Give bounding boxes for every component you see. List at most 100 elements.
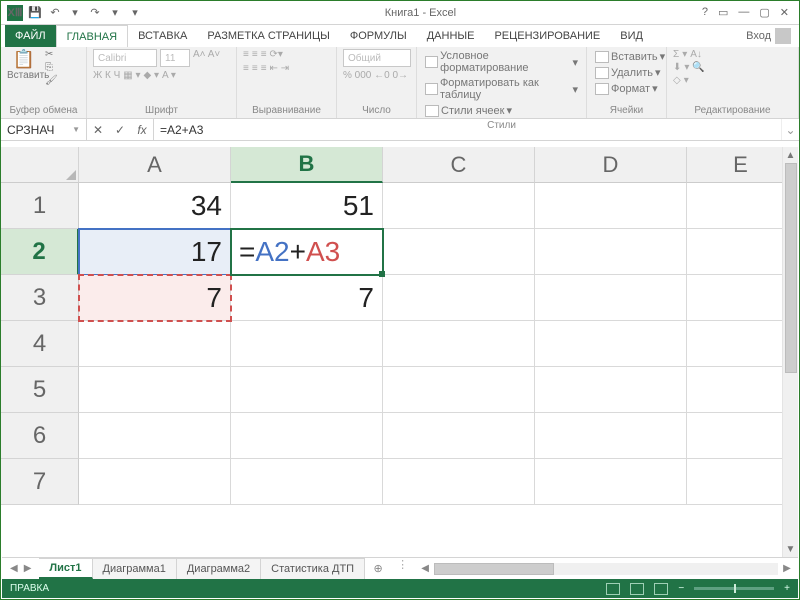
cell-b4[interactable] [231, 321, 383, 367]
cell-b2[interactable]: =A2+A3 [231, 229, 383, 275]
scroll-left-icon[interactable]: ◀ [418, 563, 432, 574]
scroll-right-icon[interactable]: ▶ [780, 563, 794, 574]
borders-button[interactable]: ▦ ▾ [123, 70, 140, 81]
cell-d2[interactable] [535, 229, 687, 275]
formula-bar-expand-icon[interactable]: ⌄ [781, 119, 799, 140]
cell-a5[interactable] [79, 367, 231, 413]
col-header-c[interactable]: C [383, 147, 535, 183]
font-name-selector[interactable]: Calibri [93, 49, 157, 67]
align-left-icon[interactable]: ≡ [243, 63, 249, 74]
tab-data[interactable]: ДАННЫЕ [417, 25, 485, 47]
bold-button[interactable]: Ж К Ч [93, 70, 120, 81]
tab-page-layout[interactable]: РАЗМЕТКА СТРАНИЦЫ [197, 25, 339, 47]
tab-view[interactable]: ВИД [610, 25, 653, 47]
scroll-up-icon[interactable]: ▲ [783, 147, 798, 163]
format-cells-button[interactable]: Формат▾ [593, 81, 660, 96]
fill-color-button[interactable]: ◆ ▾ [144, 70, 160, 81]
sheet-tab-2[interactable]: Диаграмма1 [93, 558, 177, 579]
view-normal-icon[interactable] [606, 583, 620, 595]
select-all-button[interactable] [1, 147, 79, 183]
align-top-icon[interactable]: ≡ [243, 49, 249, 60]
sheet-nav-next-icon[interactable]: ▶ [24, 563, 32, 574]
cell-b5[interactable] [231, 367, 383, 413]
cell-c2[interactable] [383, 229, 535, 275]
font-color-button[interactable]: A ▾ [162, 70, 176, 81]
cell-a6[interactable] [79, 413, 231, 459]
col-header-d[interactable]: D [535, 147, 687, 183]
qat-undo-icon[interactable]: ↶ [47, 5, 63, 21]
format-as-table-button[interactable]: Форматировать как таблицу▾ [423, 76, 580, 102]
tab-formulas[interactable]: ФОРМУЛЫ [340, 25, 417, 47]
cell-c1[interactable] [383, 183, 535, 229]
sign-in-button[interactable]: Вход [738, 25, 799, 47]
indent-icon[interactable]: ⇤ ⇥ [270, 63, 290, 74]
insert-function-button[interactable]: fx [131, 123, 153, 137]
row-header-7[interactable]: 7 [1, 459, 79, 505]
add-sheet-button[interactable]: ⊕ [365, 558, 391, 579]
cell-a1[interactable]: 34 [79, 183, 231, 229]
cell-d6[interactable] [535, 413, 687, 459]
cell-a3[interactable]: 7 [79, 275, 231, 321]
number-format-icons[interactable]: % 000 ←0 0→ [343, 70, 408, 81]
zoom-slider[interactable] [694, 587, 774, 590]
clear-button[interactable]: ◇ [673, 75, 681, 86]
row-header-2[interactable]: 2 [1, 229, 79, 275]
orientation-icon[interactable]: ⟳▾ [270, 49, 283, 60]
insert-cells-button[interactable]: Вставить▾ [593, 49, 667, 64]
col-header-b[interactable]: B [231, 147, 383, 183]
cell-e4[interactable] [687, 321, 795, 367]
cell-b6[interactable] [231, 413, 383, 459]
row-header-4[interactable]: 4 [1, 321, 79, 367]
align-bottom-icon[interactable]: ≡ [261, 49, 267, 60]
view-page-layout-icon[interactable] [630, 583, 644, 595]
enter-formula-button[interactable]: ✓ [109, 123, 131, 137]
cell-d7[interactable] [535, 459, 687, 505]
col-header-e[interactable]: E [687, 147, 795, 183]
cell-d4[interactable] [535, 321, 687, 367]
vertical-scrollbar[interactable]: ▲ ▼ [782, 147, 798, 557]
qat-redo-icon[interactable]: ↷ [87, 5, 103, 21]
font-grow-shrink[interactable]: A˄ A˅ [193, 49, 220, 67]
qat-save-icon[interactable]: 💾 [27, 5, 43, 21]
sheet-tab-1[interactable]: Лист1 [39, 558, 92, 579]
cell-e6[interactable] [687, 413, 795, 459]
tab-home[interactable]: ГЛАВНАЯ [56, 25, 128, 47]
scroll-down-icon[interactable]: ▼ [783, 541, 798, 557]
cell-a7[interactable] [79, 459, 231, 505]
cell-e3[interactable] [687, 275, 795, 321]
qat-customize-icon[interactable]: ▾ [127, 5, 143, 21]
cell-c7[interactable] [383, 459, 535, 505]
cell-styles-button[interactable]: Стили ячеек▾ [423, 103, 514, 118]
cell-c3[interactable] [383, 275, 535, 321]
cell-c5[interactable] [383, 367, 535, 413]
row-header-1[interactable]: 1 [1, 183, 79, 229]
cell-a2[interactable]: 17 [79, 229, 231, 275]
formula-input[interactable]: =A2+A3 [154, 119, 781, 140]
name-box-dropdown-icon[interactable]: ▼ [72, 125, 80, 134]
maximize-button[interactable]: ▢ [759, 6, 769, 19]
v-scroll-thumb[interactable] [785, 163, 797, 373]
zoom-in-button[interactable]: + [784, 583, 790, 594]
sheet-nav-prev-icon[interactable]: ◀ [10, 563, 18, 574]
cell-d1[interactable] [535, 183, 687, 229]
delete-cells-button[interactable]: Удалить▾ [593, 65, 663, 80]
align-center-icon[interactable]: ≡ [252, 63, 258, 74]
qat-undo-dropdown[interactable]: ▾ [67, 5, 83, 21]
cell-b7[interactable] [231, 459, 383, 505]
close-button[interactable]: ✕ [780, 6, 789, 19]
cut-icon[interactable]: ✂ [45, 49, 58, 60]
row-header-5[interactable]: 5 [1, 367, 79, 413]
tab-file[interactable]: ФАЙЛ [5, 25, 56, 47]
cell-e2[interactable] [687, 229, 795, 275]
row-header-6[interactable]: 6 [1, 413, 79, 459]
cancel-formula-button[interactable]: ✕ [87, 123, 109, 137]
align-middle-icon[interactable]: ≡ [252, 49, 258, 60]
paste-button[interactable]: 📋 Вставить [7, 49, 41, 81]
cell-e7[interactable] [687, 459, 795, 505]
cell-b1[interactable]: 51 [231, 183, 383, 229]
fill-handle[interactable] [379, 271, 385, 277]
cell-c6[interactable] [383, 413, 535, 459]
align-right-icon[interactable]: ≡ [261, 63, 267, 74]
cell-e5[interactable] [687, 367, 795, 413]
cell-a4[interactable] [79, 321, 231, 367]
